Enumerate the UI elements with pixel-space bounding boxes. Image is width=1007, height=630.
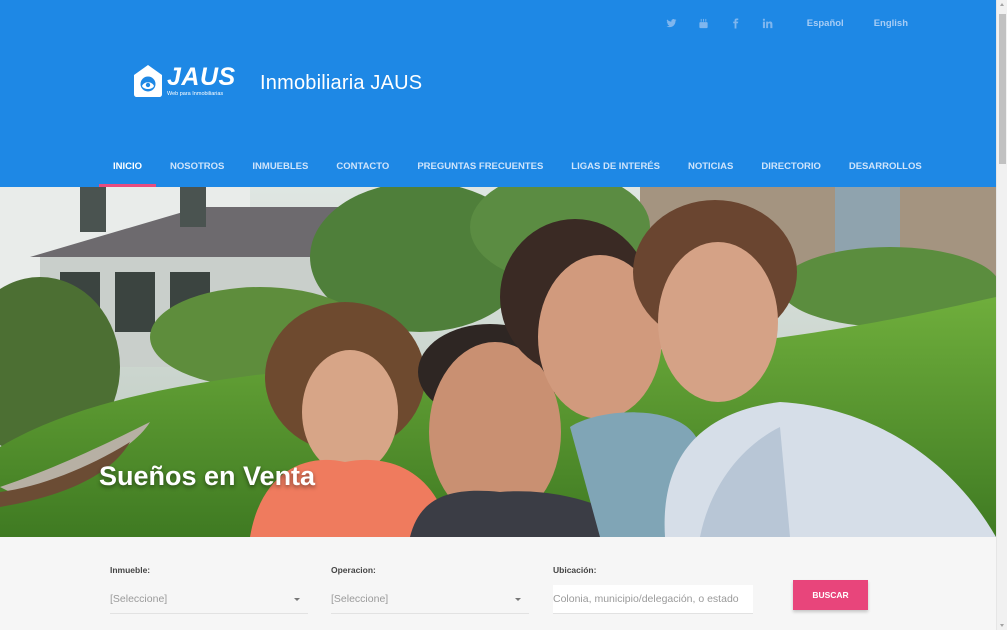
logo-tagline: Web para Inmobiliarias: [167, 91, 224, 97]
hero-banner: Sueños en Venta: [0, 187, 996, 537]
nav-item-inicio[interactable]: INICIO: [99, 150, 157, 187]
brand-logo[interactable]: JAUS Web para Inmobiliarias: [133, 64, 235, 98]
nav-item-desarrollos[interactable]: DESARROLLOS: [835, 150, 936, 187]
chevron-down-icon: [515, 597, 521, 601]
inmueble-label: Inmueble:: [110, 565, 151, 575]
social-links: [663, 16, 777, 30]
nav-item-noticias[interactable]: NOTICIAS: [674, 150, 747, 187]
main-nav: INICIO NOSOTROS INMUEBLES CONTACTO PREGU…: [99, 150, 936, 187]
site-header: Español English JAUS Web para Inmobiliar…: [0, 0, 996, 187]
nav-item-ligas-de-interes[interactable]: LIGAS DE INTERÉS: [557, 150, 674, 187]
ubicacion-field: Ubicación:: [553, 565, 753, 614]
logo-word: JAUS: [167, 63, 236, 91]
top-bar: Español English: [663, 16, 908, 30]
ubicacion-label: Ubicación:: [553, 565, 597, 575]
inmueble-select-value: [Seleccione]: [110, 593, 168, 605]
chevron-down-icon: [294, 597, 300, 601]
ubicacion-input[interactable]: [553, 585, 753, 613]
search-button[interactable]: BUSCAR: [793, 580, 868, 610]
operacion-field: Operacion: [Seleccione]: [331, 565, 529, 614]
scroll-down-arrow-icon[interactable]: [1000, 624, 1004, 627]
inmueble-select[interactable]: [Seleccione]: [110, 585, 308, 614]
nav-item-contacto[interactable]: CONTACTO: [322, 150, 403, 187]
facebook-icon[interactable]: [727, 16, 745, 30]
operacion-select[interactable]: [Seleccione]: [331, 585, 529, 614]
twitter-icon[interactable]: [663, 16, 681, 30]
language-english-link[interactable]: English: [874, 18, 908, 29]
page-scrollbar[interactable]: [996, 0, 1007, 630]
nav-item-directorio[interactable]: DIRECTORIO: [747, 150, 834, 187]
house-logo-icon: [134, 65, 162, 97]
scroll-up-arrow-icon[interactable]: [1000, 3, 1004, 6]
logo-text: JAUS Web para Inmobiliarias: [167, 63, 239, 98]
property-search-form: Inmueble: [Seleccione] Operacion: [Selec…: [0, 537, 996, 630]
linkedin-icon[interactable]: [759, 16, 777, 30]
ubicacion-box: [553, 585, 753, 614]
scrollbar-thumb[interactable]: [999, 14, 1006, 164]
nav-item-nosotros[interactable]: NOSOTROS: [156, 150, 238, 187]
operacion-label: Operacion:: [331, 565, 376, 575]
inmueble-field: Inmueble: [Seleccione]: [110, 565, 308, 614]
nav-item-inmuebles[interactable]: INMUEBLES: [238, 150, 322, 187]
youtube-icon[interactable]: [695, 16, 713, 30]
site-title: Inmobiliaria JAUS: [260, 72, 423, 94]
hero-title: Sueños en Venta: [99, 461, 316, 491]
language-spanish-link[interactable]: Español: [807, 18, 844, 29]
operacion-select-value: [Seleccione]: [331, 593, 389, 605]
nav-item-preguntas-frecuentes[interactable]: PREGUNTAS FRECUENTES: [403, 150, 557, 187]
